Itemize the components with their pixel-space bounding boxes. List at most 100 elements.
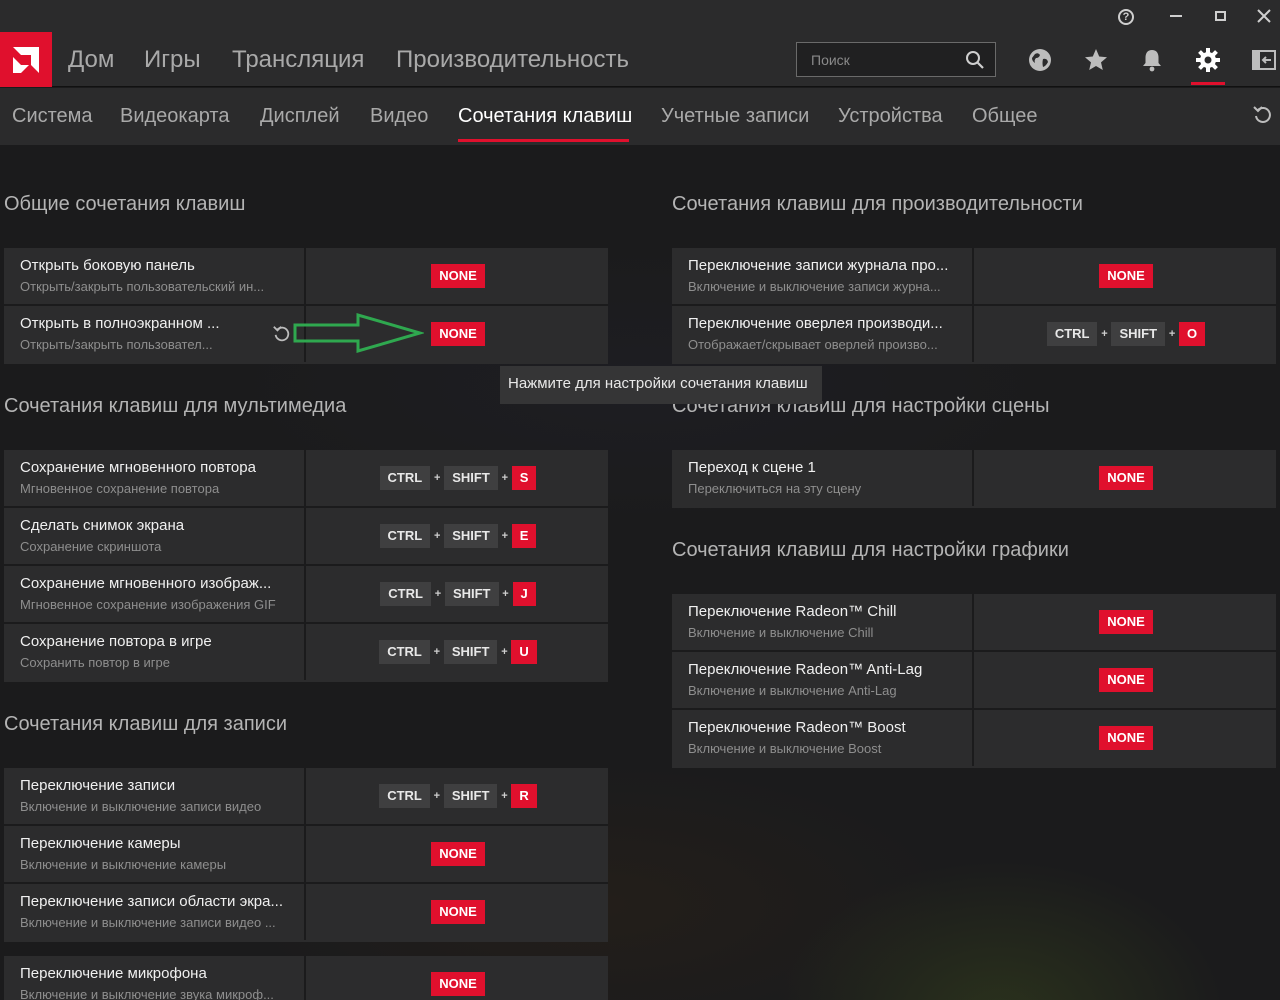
hotkey-name: Переключение Radeon™ Chill [688, 603, 897, 620]
hotkey-assign-button[interactable]: CTRL + SHIFT + O [976, 306, 1276, 362]
hotkey-description: Сохранить повтор в игре [20, 655, 170, 670]
section-title-general: Общие сочетания клавиш [4, 193, 246, 215]
key-badge: CTRL [379, 784, 430, 808]
hotkey-assign-button[interactable]: NONE [976, 248, 1276, 304]
hotkey-label-cell: Сделать снимок экрана Сохранение скриншот… [4, 508, 306, 564]
card-graphics: Переключение Radeon™ Chill Включение и вы… [672, 594, 1276, 768]
nav-games[interactable]: Игры [144, 46, 201, 74]
key-separator: + [433, 790, 441, 802]
close-icon[interactable] [1250, 4, 1278, 28]
key-none-badge: NONE [431, 900, 485, 924]
section-title-graphics: Сочетания клавиш для настройки графики [672, 539, 1069, 561]
key-badge: J [512, 582, 536, 606]
hotkey-name: Переключение камеры [20, 835, 181, 852]
tab-devices[interactable]: Устройства [838, 105, 943, 128]
search-icon[interactable] [965, 50, 985, 70]
star-icon[interactable] [1082, 46, 1110, 74]
hotkey-label-cell: Переключение записи области экра... Включ… [4, 884, 306, 940]
hotkey-name: Переключение Radeon™ Boost [688, 719, 906, 736]
key-badge: CTRL [380, 582, 431, 606]
hotkey-description: Включение и выключение звука микроф... [20, 987, 274, 1000]
window-titlebar: ? [0, 0, 1280, 32]
hotkey-row: Переключение микрофона Включение и выключ… [4, 956, 608, 1000]
tab-display[interactable]: Дисплей [260, 105, 340, 128]
key-none-badge: NONE [1099, 466, 1153, 490]
hotkey-name: Переключение записи журнала про... [688, 257, 949, 274]
key-separator: + [434, 588, 442, 600]
annotation-arrow-icon [293, 313, 424, 353]
hotkey-name: Переключение записи [20, 777, 176, 794]
hotkey-assign-button[interactable]: NONE [976, 652, 1276, 708]
key-none-badge: NONE [1099, 610, 1153, 634]
hotkey-assign-button[interactable]: NONE [308, 248, 608, 304]
hotkey-name: Переключение микрофона [20, 965, 207, 982]
globe-icon[interactable] [1026, 46, 1054, 74]
hotkey-assign-button[interactable]: NONE [308, 884, 608, 940]
key-badge: CTRL [379, 524, 431, 548]
help-icon[interactable]: ? [1112, 4, 1140, 28]
hotkey-tooltip: Нажмите для настройки сочетания клавиш [500, 366, 822, 404]
key-badge: E [511, 524, 537, 548]
hotkey-label-cell: Переключение Radeon™ Anti-Lag Включение и… [672, 652, 974, 708]
key-badge: S [511, 466, 537, 490]
hotkey-assign-button[interactable]: NONE [308, 956, 608, 1000]
hotkey-label-cell: Переход к сцене 1 Переключиться на эту сц… [672, 450, 974, 506]
section-title-performance: Сочетания клавиш для производительности [672, 193, 1083, 215]
hotkey-assign-button[interactable]: NONE [976, 594, 1276, 650]
hotkey-row: Переключение Radeon™ Chill Включение и вы… [672, 594, 1276, 652]
hotkey-assign-button[interactable]: NONE [976, 450, 1276, 506]
key-badge: CTRL [1046, 322, 1098, 346]
nav-performance[interactable]: Производительность [396, 46, 629, 74]
tab-general[interactable]: Общее [972, 105, 1038, 128]
hotkey-name: Переключение Radeon™ Anti-Lag [688, 661, 923, 678]
gear-icon[interactable] [1194, 46, 1222, 74]
section-title-record: Сочетания клавиш для записи [4, 713, 288, 735]
search-input[interactable] [797, 43, 962, 76]
hotkey-assign-button[interactable]: CTRL + SHIFT + U [308, 624, 608, 680]
hotkey-name: Переключение оверлея производи... [688, 315, 943, 332]
hotkey-description: Включение и выключение Boost [688, 741, 882, 756]
hotkey-row: Переключение Radeon™ Boost Включение и вы… [672, 710, 1276, 768]
hotkey-label-cell: Переключение записи журнала про... Включе… [672, 248, 974, 304]
hotkey-row: Переключение записи Включение и выключени… [4, 768, 608, 826]
hotkey-label-cell: Сохранение мгновенного повтора Мгновенное… [4, 450, 306, 506]
hotkey-name: Сохранение повтора в игре [20, 633, 212, 650]
nav-home[interactable]: Дом [68, 46, 114, 74]
tab-graphics-card[interactable]: Видеокарта [120, 105, 229, 128]
hotkey-assign-button[interactable]: NONE [308, 826, 608, 882]
key-none-badge: NONE [1099, 726, 1153, 750]
tab-system[interactable]: Система [12, 105, 93, 128]
exit-panel-icon[interactable] [1250, 46, 1278, 74]
hotkey-name: Открыть боковую панель [20, 257, 195, 274]
hotkey-description: Мгновенное сохранение повтора [20, 481, 220, 496]
hotkey-assign-button[interactable]: CTRL + SHIFT + E [308, 508, 608, 564]
tab-video[interactable]: Видео [370, 105, 428, 128]
key-separator: + [501, 790, 508, 802]
hotkey-row: Переход к сцене 1 Переключиться на эту сц… [672, 450, 1276, 508]
reset-icon[interactable] [1252, 104, 1274, 126]
key-separator: + [433, 646, 441, 658]
hotkey-assign-button[interactable]: CTRL + SHIFT + S [308, 450, 608, 506]
key-separator: + [501, 646, 508, 658]
hotkey-name: Открыть в полноэкранном ... [20, 315, 220, 332]
hotkey-description: Включение и выключение Chill [688, 625, 874, 640]
nav-streaming[interactable]: Трансляция [232, 46, 364, 74]
key-badge: SHIFT [444, 524, 498, 548]
hotkey-assign-button[interactable]: CTRL + SHIFT + R [308, 768, 608, 824]
hotkey-assign-button[interactable]: NONE [976, 710, 1276, 766]
hotkey-description: Включение и выключение записи журна... [688, 279, 941, 294]
hotkey-label-cell: Переключение Radeon™ Boost Включение и вы… [672, 710, 974, 766]
settings-active-indicator [1191, 82, 1225, 85]
hotkey-description: Мгновенное сохранение изображения GIF [20, 597, 276, 612]
tab-hotkeys[interactable]: Сочетания клавиш [458, 105, 632, 128]
bell-icon[interactable] [1138, 46, 1166, 74]
hotkey-row: Сделать снимок экрана Сохранение скриншот… [4, 508, 608, 566]
reset-hotkey-icon[interactable] [272, 324, 292, 344]
minimize-icon[interactable] [1162, 4, 1190, 28]
maximize-icon[interactable] [1206, 4, 1234, 28]
hotkey-assign-button[interactable]: CTRL + SHIFT + J [308, 566, 608, 622]
amd-logo-icon[interactable] [0, 32, 52, 87]
key-badge: CTRL [379, 466, 431, 490]
tab-accounts[interactable]: Учетные записи [661, 105, 809, 128]
hotkey-description: Отображает/скрывает оверлей произво... [688, 337, 938, 352]
